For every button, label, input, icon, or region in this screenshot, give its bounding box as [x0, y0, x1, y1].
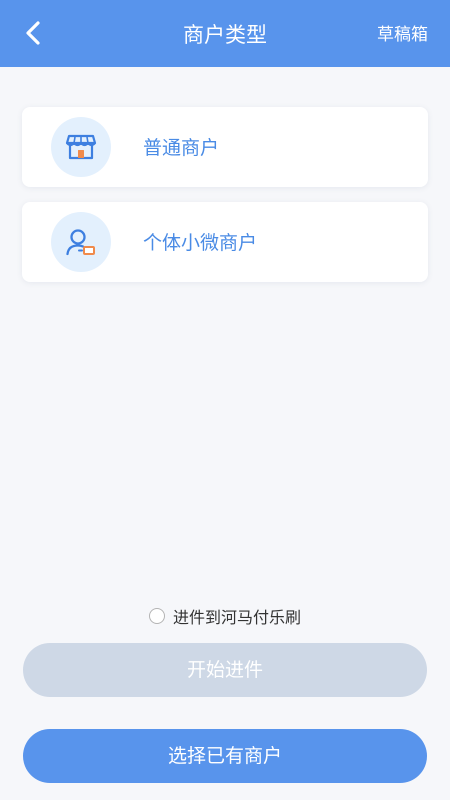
- merchant-type-label: 普通商户: [143, 137, 220, 159]
- icon-circle: [51, 212, 111, 272]
- storefront-icon: [65, 134, 97, 160]
- agreement-radio[interactable]: [148, 608, 165, 624]
- chevron-left-icon: [26, 21, 40, 45]
- select-existing-merchant-button[interactable]: 选择已有商户: [23, 729, 427, 783]
- agreement-label[interactable]: 进件到河马付乐刷: [173, 604, 301, 628]
- merchant-type-card-individual[interactable]: 个体小微商户: [22, 202, 428, 282]
- drafts-button[interactable]: 草稿箱: [377, 0, 428, 67]
- person-card-icon: [66, 229, 95, 256]
- merchant-type-card-regular[interactable]: 普通商户: [22, 107, 428, 187]
- icon-circle: [51, 117, 111, 177]
- merchant-type-label: 个体小微商户: [143, 232, 258, 254]
- back-button[interactable]: [18, 18, 48, 48]
- start-application-button[interactable]: 开始进件: [23, 643, 427, 697]
- agreement-row: 进件到河马付乐刷: [0, 604, 450, 628]
- top-nav-bar: 商户类型 草稿箱: [0, 0, 450, 67]
